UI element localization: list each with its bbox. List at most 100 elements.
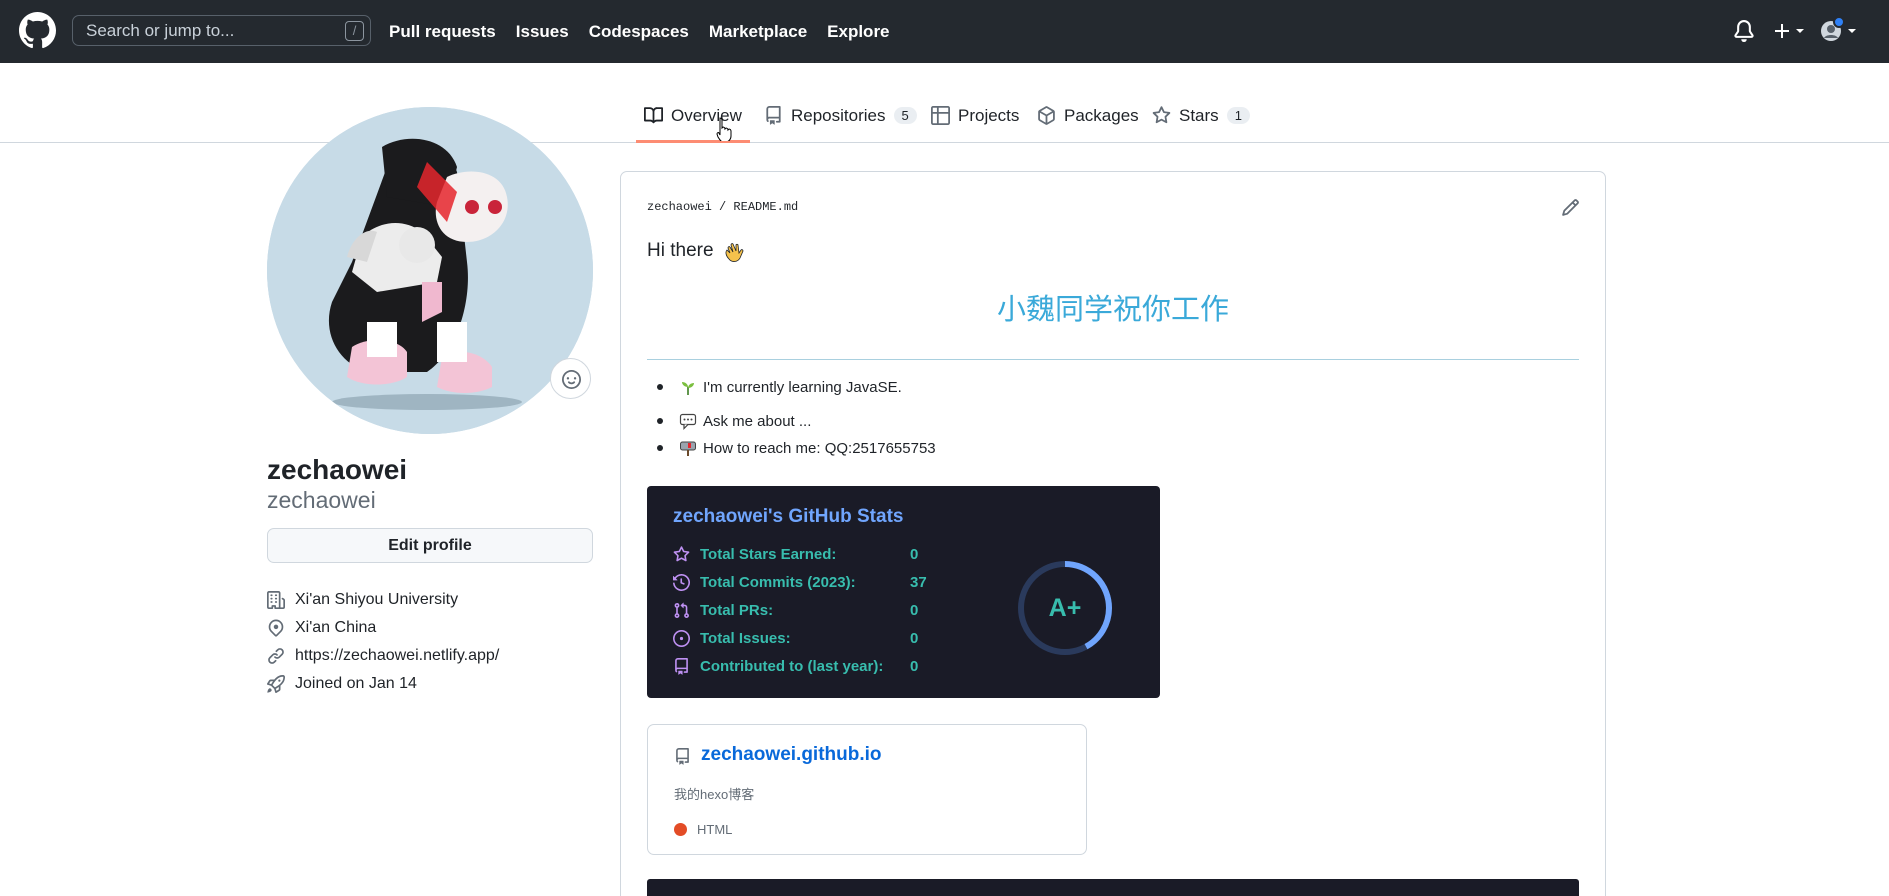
tab-stars[interactable]: Stars 1 [1152, 106, 1250, 143]
github-stats-card: zechaowei's GitHub Stats Total Stars Ear… [647, 486, 1160, 698]
tab-packages-label: Packages [1064, 106, 1139, 125]
repo-icon [676, 748, 689, 765]
list-item: I'm currently learning JavaSE. [647, 378, 902, 396]
create-new-plus-icon[interactable] [1772, 18, 1806, 44]
rank-grade: A+ [1049, 594, 1082, 622]
readme-filename[interactable]: README.md [733, 200, 798, 214]
profile-organization: Xi'an Shiyou University [267, 586, 593, 614]
nav-explore[interactable]: Explore [827, 22, 889, 42]
stats-label: Total Stars Earned: [700, 545, 837, 563]
profile-website: https://zechaowei.netlify.app/ [267, 642, 593, 670]
stats-title: zechaowei's GitHub Stats [673, 506, 904, 527]
bullet-ask-text: Ask me about ... [703, 412, 812, 430]
edit-readme-pencil-icon[interactable] [1561, 198, 1580, 217]
readme-greeting: Hi there [647, 239, 746, 263]
readme-divider [647, 359, 1579, 360]
repo-icon [766, 106, 781, 125]
location-text: Xi'an China [295, 619, 377, 636]
seedling-icon [682, 382, 694, 395]
language-color-dot [674, 823, 687, 836]
profile-location: Xi'an China [267, 614, 593, 642]
stats-label: Contributed to (last year): [700, 657, 884, 675]
bullet-dot [657, 384, 663, 390]
bullet-dot [657, 418, 663, 424]
history-icon [673, 573, 690, 591]
pull-request-icon [674, 602, 689, 618]
book-icon [644, 107, 663, 124]
mouse-pointer-icon [716, 117, 732, 141]
profile-details: Xi'an Shiyou University Xi'an China http… [267, 586, 593, 698]
stats-value: 0 [910, 545, 919, 563]
rocket-icon [267, 675, 285, 693]
speech-bubble-icon [679, 413, 697, 430]
smiley-icon [562, 370, 581, 389]
profile-full-name: zechaowei [267, 454, 408, 485]
stats-value: 0 [910, 657, 919, 675]
location-icon [268, 619, 284, 637]
tab-packages[interactable]: Packages [1037, 106, 1139, 143]
stats-label: Total PRs: [700, 601, 774, 619]
tab-projects[interactable]: Projects [931, 106, 1019, 143]
tab-projects-label: Projects [958, 106, 1020, 125]
pinned-repo-language: HTML [697, 822, 733, 837]
bullet-dot [657, 445, 663, 451]
stats-row: Total Issues: 0 [673, 627, 918, 649]
link-icon [268, 648, 284, 664]
stats-row: Total Commits (2023): 37 [673, 571, 927, 593]
mailbox-icon [680, 441, 696, 456]
profile-tabs: Overview Repositories 5 Projects Package… [0, 63, 1889, 143]
avatar-illustration [267, 107, 593, 434]
pinned-repo-description: 我的hexo博客 [674, 787, 755, 802]
organization-icon [267, 591, 285, 609]
nav-issues[interactable]: Issues [516, 22, 569, 42]
stats-row: Total Stars Earned: 0 [673, 543, 918, 565]
pinned-repo-link[interactable]: zechaowei.github.io [701, 744, 882, 766]
tab-repositories-label: Repositories [791, 106, 886, 125]
package-icon [1038, 106, 1055, 125]
readme-dark-card [647, 879, 1579, 896]
notifications-bell-icon[interactable] [1733, 20, 1755, 42]
profile-avatar[interactable] [267, 107, 593, 434]
list-item: Ask me about ... [647, 412, 811, 430]
tab-repositories[interactable]: Repositories 5 [764, 106, 917, 143]
github-logo-icon[interactable] [19, 12, 56, 49]
readme-breadcrumb: zechaowei / README.md [647, 200, 798, 214]
nav-codespaces[interactable]: Codespaces [589, 22, 689, 42]
edit-profile-button[interactable]: Edit profile [267, 528, 593, 563]
star-icon [1152, 106, 1171, 124]
waving-hand-icon [725, 243, 743, 262]
stats-row: Total PRs: 0 [673, 599, 918, 621]
search-shortcut-key: / [345, 21, 364, 41]
list-item: How to reach me: QQ:2517655753 [647, 439, 936, 457]
user-avatar-menu-icon[interactable] [1818, 16, 1858, 46]
greeting-text: Hi there [647, 240, 714, 261]
global-header: / Pull requests Issues Codespaces Market… [0, 0, 1889, 63]
stats-label: Total Commits (2023): [700, 573, 856, 591]
stats-label: Total Issues: [700, 629, 791, 647]
search-input[interactable] [86, 20, 326, 41]
stats-value: 37 [910, 573, 927, 591]
stars-count-badge: 1 [1226, 107, 1250, 124]
readme-owner[interactable]: zechaowei [647, 200, 712, 214]
tab-stars-label: Stars [1179, 106, 1219, 125]
profile-readme: zechaowei / README.md Hi there 小魏同学祝你工作 … [620, 171, 1606, 896]
stats-value: 0 [910, 601, 919, 619]
set-status-button[interactable] [550, 358, 591, 399]
readme-banner: 小魏同学祝你工作 [996, 292, 1229, 326]
organization-text: Xi'an Shiyou University [295, 591, 459, 608]
joined-text: Joined on Jan 14 [295, 675, 417, 692]
issue-icon [673, 629, 690, 647]
pinned-repo-card: zechaowei.github.io 我的hexo博客 HTML [647, 724, 1087, 855]
stats-value: 0 [910, 629, 919, 647]
tab-overview[interactable]: Overview [636, 106, 750, 143]
star-icon [673, 545, 690, 561]
nav-pull-requests[interactable]: Pull requests [389, 22, 496, 42]
repositories-count-badge: 5 [893, 107, 917, 124]
search-box[interactable]: / [72, 15, 371, 46]
table-icon [931, 106, 950, 125]
nav-marketplace[interactable]: Marketplace [709, 22, 807, 42]
website-link[interactable]: https://zechaowei.netlify.app/ [295, 647, 499, 665]
repo-icon [675, 657, 688, 675]
profile-joined: Joined on Jan 14 [267, 670, 593, 698]
stats-row: Contributed to (last year): 0 [673, 655, 918, 677]
